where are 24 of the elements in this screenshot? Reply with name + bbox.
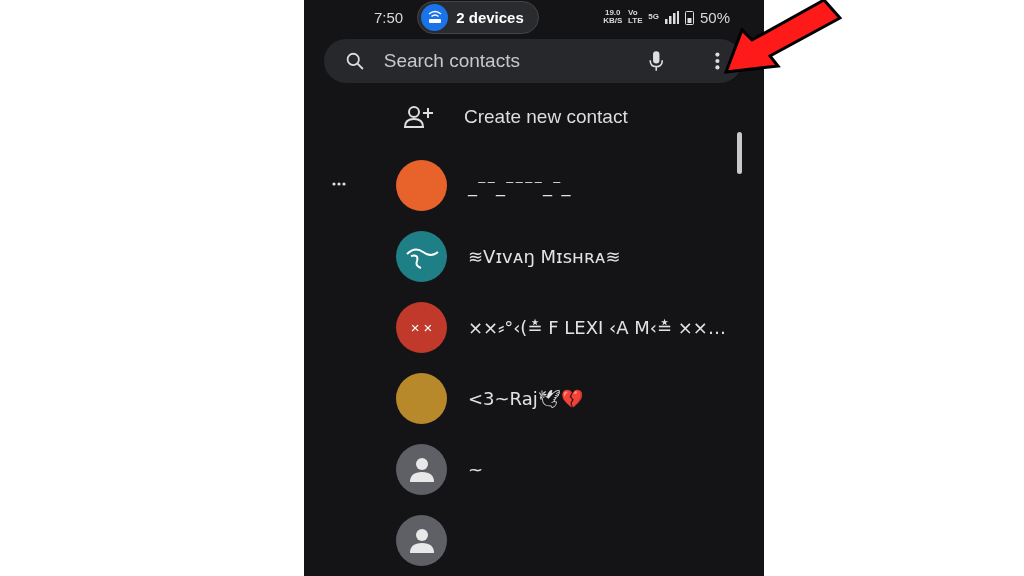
volte-label: Vo LTE xyxy=(628,9,643,25)
network-type: 5G xyxy=(648,13,659,21)
battery-percent: 50% xyxy=(699,8,730,26)
add-person-icon xyxy=(404,105,434,128)
photo-placeholder xyxy=(396,373,447,424)
contact-item[interactable]: × × ××⸗°‹(≛ F LEXI ‹A M‹≛ ××… xyxy=(304,292,764,363)
person-icon xyxy=(408,455,435,484)
contact-avatar: × × xyxy=(396,302,447,353)
ellipsis-icon xyxy=(332,182,346,186)
create-contact-item[interactable]: Create new contact xyxy=(304,83,764,150)
battery-icon xyxy=(684,9,694,25)
contact-item[interactable]: ≋Vɪᴠᴀŋ Mɪsʜʀᴀ≋ xyxy=(304,221,764,292)
clock: 7:50 xyxy=(374,8,404,26)
photo-placeholder xyxy=(396,160,447,211)
scroll-bar xyxy=(737,132,742,174)
contact-item[interactable]: <3~Raj🕊💔 xyxy=(304,363,764,434)
network-speed: 19.0 KB/S xyxy=(603,9,623,25)
signal-icon xyxy=(664,10,679,24)
search-input[interactable]: Search contacts xyxy=(381,49,631,74)
hotspot-icon xyxy=(421,3,449,31)
hotspot-chip[interactable]: 2 devices xyxy=(417,0,539,34)
contact-item[interactable]: ~ xyxy=(304,434,764,505)
person-icon xyxy=(408,526,435,555)
contact-item[interactable]: _⁻⁻_⁻⁻⁻⁻_⁻_ xyxy=(304,150,764,221)
